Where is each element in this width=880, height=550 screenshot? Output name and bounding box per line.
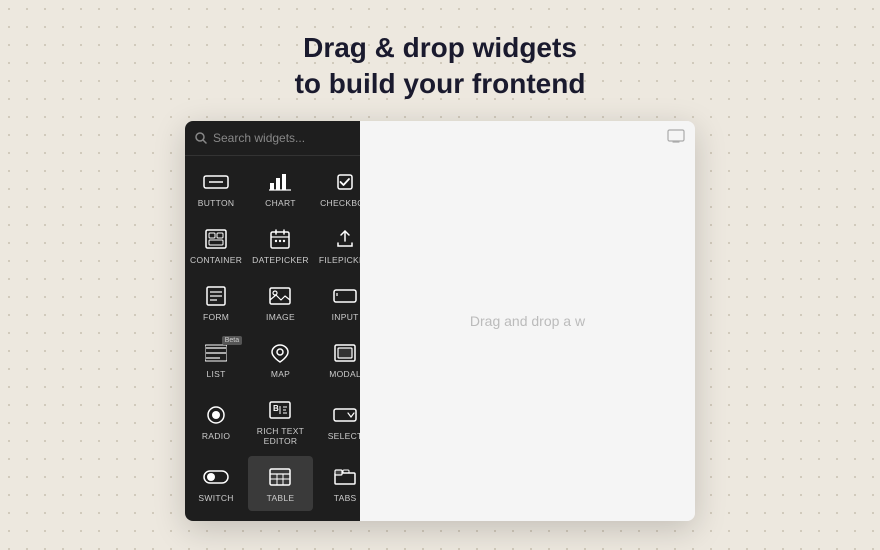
- widget-item-chart[interactable]: CHART: [248, 161, 313, 216]
- widget-label-radio: RADIO: [202, 431, 230, 441]
- widget-item-filepicker[interactable]: FILEPICKER: [315, 218, 360, 273]
- filepicker-icon: [331, 228, 359, 250]
- image-icon: [266, 285, 294, 307]
- tabs-icon: [331, 466, 359, 488]
- map-icon: [266, 342, 294, 364]
- widget-label-map: MAP: [271, 369, 290, 379]
- switch-icon: [202, 466, 230, 488]
- widget-item-table[interactable]: TABLE: [248, 456, 313, 511]
- main-canvas[interactable]: Drag and drop a w: [360, 121, 695, 521]
- widget-label-rich-text-editor: RICH TEXT EDITOR: [252, 426, 309, 446]
- headline-text: Drag & drop widgets to build your fronte…: [295, 30, 586, 103]
- widget-label-switch: SWITCH: [198, 493, 233, 503]
- widget-item-radio[interactable]: RADIO: [186, 389, 246, 454]
- widget-item-checkbox[interactable]: CHECKBOX: [315, 161, 360, 216]
- widget-label-modal: MODAL: [329, 369, 360, 379]
- widget-item-select[interactable]: SELECT: [315, 389, 360, 454]
- widget-item-switch[interactable]: SWITCH: [186, 456, 246, 511]
- widget-item-map[interactable]: MAP: [248, 332, 313, 387]
- widget-item-tabs[interactable]: TABS: [315, 456, 360, 511]
- widget-label-chart: CHART: [265, 198, 296, 208]
- checkbox-icon: [331, 171, 359, 193]
- radio-icon: [202, 404, 230, 426]
- widget-item-list[interactable]: Beta LIST: [186, 332, 246, 387]
- widget-label-input: INPUT: [332, 312, 359, 322]
- datepicker-icon: [266, 228, 294, 250]
- widget-grid: BUTTON CHART CHECKBOX CONTAINER DATEPICKER FI…: [185, 156, 360, 521]
- beta-badge: Beta: [222, 336, 242, 345]
- widget-label-list: LIST: [206, 369, 225, 379]
- search-icon: [195, 132, 207, 144]
- widget-label-checkbox: CHECKBOX: [320, 198, 360, 208]
- widget-item-modal[interactable]: MODAL: [315, 332, 360, 387]
- widget-item-video[interactable]: VIDEO: [248, 513, 313, 521]
- monitor-icon: [667, 129, 685, 144]
- widget-label-datepicker: DATEPICKER: [252, 255, 309, 265]
- table-icon: [266, 466, 294, 488]
- widget-item-form[interactable]: FORM: [186, 275, 246, 330]
- widget-item-text[interactable]: TTEXT: [186, 513, 246, 521]
- chart-icon: [266, 171, 294, 193]
- modal-icon: [331, 342, 359, 364]
- headline: Drag & drop widgets to build your fronte…: [295, 30, 586, 103]
- widget-item-rich-text-editor[interactable]: B RICH TEXT EDITOR: [248, 389, 313, 454]
- widget-label-image: IMAGE: [266, 312, 295, 322]
- list-icon: [202, 342, 230, 364]
- widget-label-container: CONTAINER: [190, 255, 242, 265]
- search-bar: [185, 121, 360, 156]
- rich-text-editor-icon: B: [266, 399, 294, 421]
- widget-label-table: TABLE: [267, 493, 295, 503]
- search-input[interactable]: [213, 131, 350, 145]
- input-icon: [331, 285, 359, 307]
- widget-item-input[interactable]: INPUT: [315, 275, 360, 330]
- widget-item-datepicker[interactable]: DATEPICKER: [248, 218, 313, 273]
- app-window: BUTTON CHART CHECKBOX CONTAINER DATEPICKER FI…: [185, 121, 695, 521]
- container-icon: [202, 228, 230, 250]
- widget-item-container[interactable]: CONTAINER: [186, 218, 246, 273]
- button-icon: [202, 171, 230, 193]
- widget-label-select: SELECT: [328, 431, 360, 441]
- widget-item-image[interactable]: IMAGE: [248, 275, 313, 330]
- drop-hint: Drag and drop a w: [470, 313, 585, 329]
- sidebar: BUTTON CHART CHECKBOX CONTAINER DATEPICKER FI…: [185, 121, 360, 521]
- widget-label-button: BUTTON: [198, 198, 235, 208]
- widget-item-button[interactable]: BUTTON: [186, 161, 246, 216]
- widget-label-tabs: TABS: [334, 493, 357, 503]
- widget-label-filepicker: FILEPICKER: [319, 255, 360, 265]
- svg-text:B: B: [273, 404, 279, 413]
- widget-label-form: FORM: [203, 312, 229, 322]
- form-icon: [202, 285, 230, 307]
- select-icon: [331, 404, 359, 426]
